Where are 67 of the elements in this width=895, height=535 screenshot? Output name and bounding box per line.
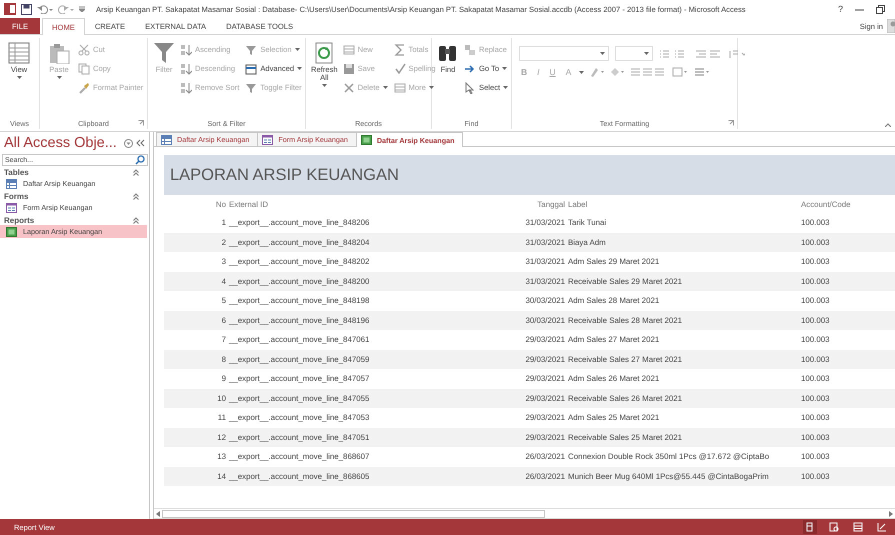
restore-icon[interactable] (876, 4, 885, 14)
clipboard-icon (48, 42, 70, 64)
sort-icon (180, 82, 192, 94)
save-icon[interactable] (21, 4, 32, 14)
rows-icon (342, 44, 355, 56)
table-filter-icon (245, 62, 258, 74)
refresh-icon (313, 42, 336, 64)
design-view-icon[interactable] (875, 520, 889, 534)
datasheet-icon (8, 42, 30, 64)
cursor-icon (464, 82, 476, 94)
group-header[interactable]: Forms (4, 192, 28, 200)
scroll-left-icon[interactable] (156, 510, 160, 516)
report-icon (360, 135, 372, 145)
scroll-thumb[interactable] (162, 510, 545, 518)
group-header[interactable]: Tables (4, 168, 29, 176)
form-icon (262, 134, 274, 144)
customize-caret-icon[interactable] (79, 6, 85, 12)
sort-icon (180, 62, 192, 74)
collapse-group-icon[interactable] (133, 216, 139, 224)
cross-icon (342, 82, 355, 94)
scissors-icon (78, 44, 90, 56)
paragraph-direction-icon[interactable] (729, 48, 745, 58)
copy-icon (78, 62, 90, 74)
pane-title[interactable]: All Access Obje... (4, 135, 117, 151)
form-icon (6, 202, 17, 212)
search-icon[interactable] (135, 155, 145, 165)
layout-view-icon[interactable] (851, 520, 865, 534)
app-logo-icon (4, 3, 16, 15)
replace-icon (464, 44, 476, 56)
small-funnel-icon (245, 44, 258, 56)
undo-icon[interactable] (37, 4, 53, 14)
dialog-launcher-icon[interactable] (138, 120, 144, 126)
conditional-format-icon[interactable] (672, 67, 688, 77)
align-icon[interactable] (630, 67, 666, 77)
sort-icon (180, 44, 192, 56)
horizontal-scrollbar[interactable] (154, 508, 895, 519)
collapse-group-icon[interactable] (133, 192, 139, 200)
fill-color-icon[interactable] (610, 67, 624, 77)
collapse-pane-icon[interactable] (136, 139, 145, 147)
report-icon (6, 226, 17, 236)
table-icon (161, 134, 172, 144)
scroll-right-icon[interactable] (889, 510, 893, 516)
check-icon (394, 62, 406, 74)
rows-icon (394, 82, 406, 94)
caret-icon (644, 52, 649, 55)
arrow-icon (464, 62, 476, 74)
indent-icon[interactable] (695, 48, 723, 58)
report-title: LAPORAN ARSIP KEUANGAN (170, 166, 399, 184)
collapse-group-icon[interactable] (133, 168, 139, 176)
brush-icon (78, 82, 90, 94)
dropdown-circle-icon[interactable] (124, 138, 133, 148)
collapse-ribbon-icon[interactable] (885, 123, 891, 127)
dialog-launcher-icon[interactable] (728, 120, 734, 126)
group-header[interactable]: Reports (4, 216, 34, 224)
highlight-icon[interactable] (590, 67, 604, 77)
report-view-icon[interactable] (803, 520, 817, 534)
sigma-icon (394, 44, 406, 56)
font-size-field[interactable] (615, 46, 653, 61)
help-button[interactable]: ? (838, 4, 843, 14)
caret-icon (600, 52, 605, 55)
small-funnel-icon (245, 82, 258, 94)
print-preview-icon[interactable] (827, 520, 841, 534)
table-icon (6, 178, 17, 188)
redo-icon[interactable] (58, 4, 74, 14)
funnel-icon (153, 42, 175, 64)
gridlines-icon[interactable] (694, 67, 710, 77)
font-name-field[interactable] (519, 46, 609, 61)
